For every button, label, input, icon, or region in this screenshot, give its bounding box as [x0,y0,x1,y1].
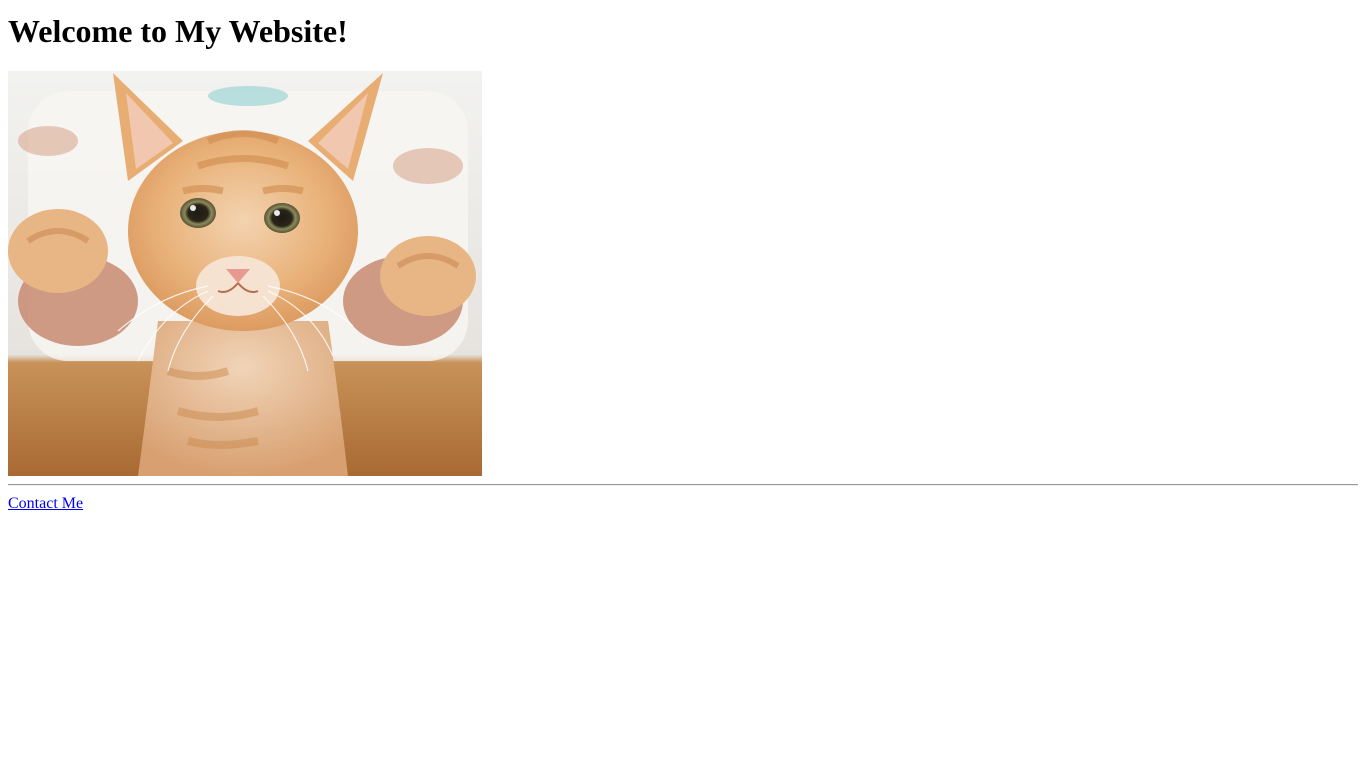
contact-me-link[interactable]: Contact Me [8,495,83,513]
page-title: Welcome to My Website! [8,13,348,49]
kitten-photo [8,71,482,476]
horizontal-divider [8,484,1358,486]
page: Welcome to My Website! Contact Me [0,0,1366,768]
